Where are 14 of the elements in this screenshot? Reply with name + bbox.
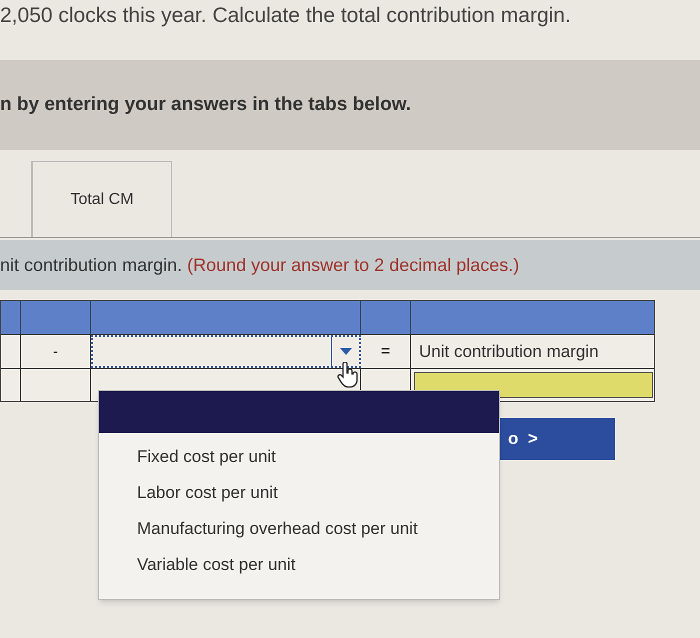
tab[interactable]: Total CM	[32, 161, 172, 237]
operator-text: -	[53, 342, 58, 361]
caret-icon	[340, 348, 352, 355]
instruction-text: n by entering your answers in the tabs below.	[0, 92, 412, 117]
result-label: Unit contribution margin	[419, 340, 599, 363]
dropdown-option[interactable]: Labor cost per unit	[99, 475, 499, 511]
dropdown-option[interactable]: Manufacturing overhead cost per unit	[99, 511, 499, 547]
hand-cursor-icon	[337, 362, 359, 388]
prompt-text: nit contribution margin. (Round your answer to 2 decimal places.)	[0, 254, 520, 277]
dropdown-option[interactable]: Variable cost per unit	[99, 547, 499, 583]
next-button[interactable]: o >	[500, 418, 615, 460]
operator-text: =	[380, 342, 390, 362]
dropdown-option[interactable]: Fixed cost per unit	[99, 439, 499, 475]
question-text: 2,050 clocks this year. Calculate the total contribution margin.	[0, 4, 571, 27]
